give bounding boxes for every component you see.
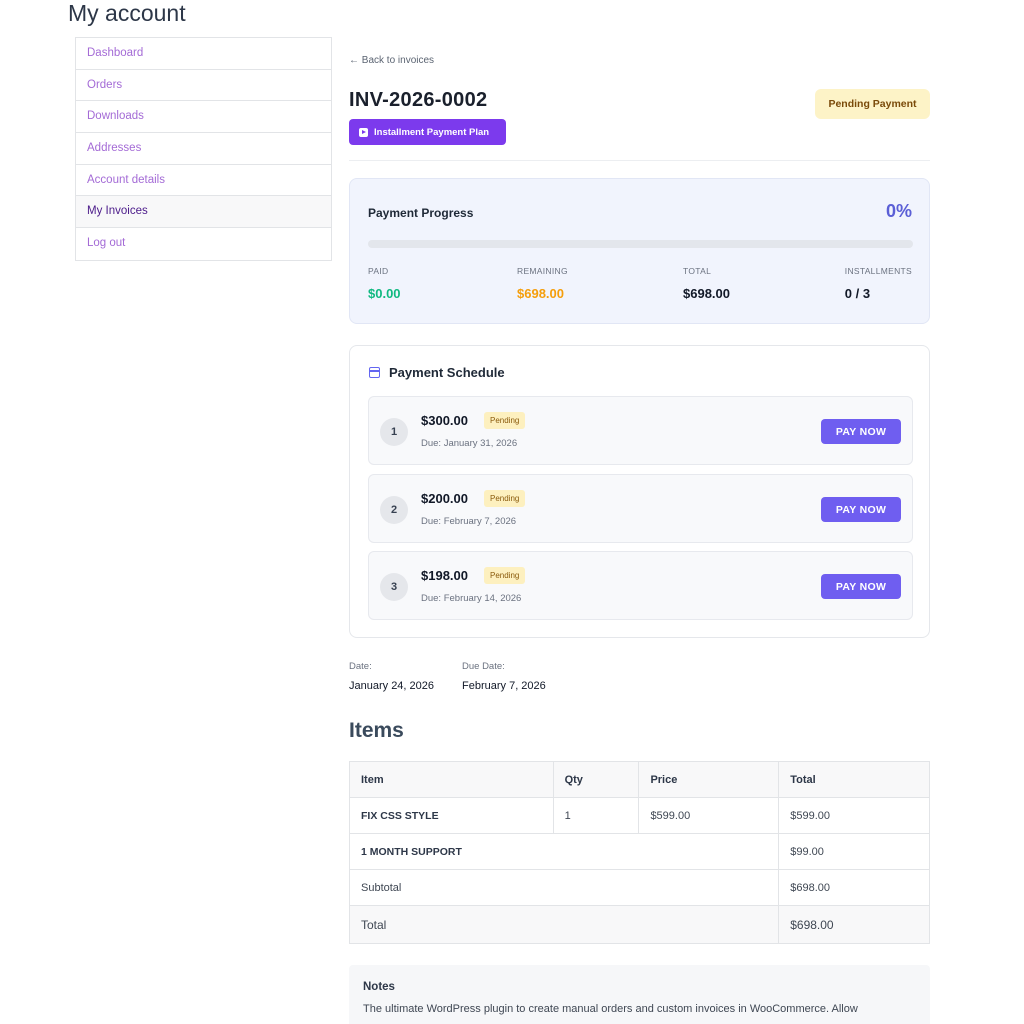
item-name: FIX CSS STYLE xyxy=(349,797,554,834)
stat-paid: PAID $0.00 xyxy=(368,266,401,301)
invoice-number: INV-2026-0002 xyxy=(349,89,488,111)
sidebar-item-account-details[interactable]: Account details xyxy=(76,165,331,197)
pay-now-button[interactable]: PAY NOW xyxy=(821,574,901,599)
stat-remaining-label: REMAINING xyxy=(517,266,568,276)
account-navigation: Dashboard Orders Downloads Addresses Acc… xyxy=(75,37,332,261)
installment-amount: $198.00 xyxy=(421,568,468,583)
table-row: 1 MONTH SUPPORT $99.00 xyxy=(348,833,930,870)
invoice-due-date-label: Due Date: xyxy=(462,661,505,672)
sidebar-item-addresses[interactable]: Addresses xyxy=(76,133,331,165)
items-table: Item Qty Price Total FIX CSS STYLE 1 $59… xyxy=(348,761,930,944)
status-badge: Pending Payment xyxy=(815,89,930,119)
installment-status-badge: Pending xyxy=(484,412,526,429)
invoice-due-date: Due Date: February 7, 2026 xyxy=(462,661,546,692)
pay-now-button[interactable]: PAY NOW xyxy=(821,497,901,522)
item-qty: 1 xyxy=(552,797,640,834)
notes-section: Notes The ultimate WordPress plugin to c… xyxy=(349,965,930,1024)
sidebar-item-my-invoices[interactable]: My Invoices xyxy=(76,196,331,229)
invoice-date: Date: January 24, 2026 xyxy=(349,661,434,692)
installment-row: 3 $198.00 Pending Due: February 14, 2026… xyxy=(368,551,913,620)
installment-number: 1 xyxy=(380,418,408,446)
progress-percent: 0% xyxy=(885,201,912,221)
table-row: FIX CSS STYLE 1 $599.00 $599.00 xyxy=(349,797,930,834)
schedule-title: Payment Schedule xyxy=(389,365,505,380)
column-header-total: Total xyxy=(778,761,930,798)
subtotal-label: Subtotal xyxy=(348,869,780,906)
installment-plan-label: Installment Payment Plan xyxy=(374,126,490,138)
stat-remaining-value: $698.00 xyxy=(517,286,564,301)
item-total: $599.00 xyxy=(778,797,930,834)
notes-title: Notes xyxy=(363,981,395,993)
stat-installments: INSTALLMENTS 0 / 3 xyxy=(845,266,912,301)
sidebar-item-orders[interactable]: Orders xyxy=(76,70,331,102)
progress-bar xyxy=(368,240,913,248)
stat-paid-label: PAID xyxy=(368,266,389,276)
progress-title: Payment Progress xyxy=(368,206,474,220)
installment-row: 2 $200.00 Pending Due: February 7, 2026 … xyxy=(368,474,913,543)
item-price: $599.00 xyxy=(638,797,780,834)
installment-amount: $200.00 xyxy=(421,491,468,506)
back-to-invoices-link[interactable]: ← Back to invoices xyxy=(349,55,434,66)
play-icon xyxy=(359,127,368,137)
payment-schedule-card: Payment Schedule 1 $300.00 Pending Due: … xyxy=(349,345,930,638)
divider xyxy=(349,160,930,161)
stat-remaining: REMAINING $698.00 xyxy=(517,266,568,301)
payment-progress-card: Payment Progress 0% PAID $0.00 REMAINING… xyxy=(349,178,930,324)
invoice-due-date-value: February 7, 2026 xyxy=(462,680,546,692)
column-header-qty: Qty xyxy=(552,761,640,798)
installment-number: 3 xyxy=(380,573,408,601)
total-label: Total xyxy=(348,905,780,944)
stat-installments-value: 0 / 3 xyxy=(844,286,871,301)
installment-status-badge: Pending xyxy=(484,567,526,584)
sidebar-item-dashboard[interactable]: Dashboard xyxy=(76,38,331,70)
installment-row: 1 $300.00 Pending Due: January 31, 2026 … xyxy=(368,396,913,465)
total-row: Total $698.00 xyxy=(348,905,930,944)
total-value: $698.00 xyxy=(778,905,930,944)
installment-number: 2 xyxy=(380,496,408,524)
stat-total: TOTAL $698.00 xyxy=(683,266,730,301)
item-total: $99.00 xyxy=(778,833,930,870)
column-header-price: Price xyxy=(638,761,780,798)
notes-body: The ultimate WordPress plugin to create … xyxy=(363,1003,858,1015)
column-header-item: Item xyxy=(349,761,554,798)
stat-total-value: $698.00 xyxy=(683,286,730,301)
invoice-date-label: Date: xyxy=(349,661,372,672)
installment-due-date: Due: February 7, 2026 xyxy=(421,516,517,527)
stat-installments-label: INSTALLMENTS xyxy=(844,266,912,276)
item-name: 1 MONTH SUPPORT xyxy=(348,833,780,870)
page-title: My account xyxy=(68,0,186,26)
subtotal-value: $698.00 xyxy=(778,869,930,906)
calendar-icon xyxy=(369,367,380,378)
table-header-row: Item Qty Price Total xyxy=(349,761,930,798)
schedule-header: Payment Schedule xyxy=(369,365,505,380)
installment-status-badge: Pending xyxy=(484,490,526,507)
installment-amount: $300.00 xyxy=(421,413,468,428)
stat-paid-value: $0.00 xyxy=(368,286,401,301)
pay-now-button[interactable]: PAY NOW xyxy=(821,419,901,444)
installment-plan-badge: Installment Payment Plan xyxy=(349,119,506,145)
subtotal-row: Subtotal $698.00 xyxy=(348,869,930,906)
installment-due-date: Due: February 14, 2026 xyxy=(421,593,522,604)
sidebar-item-downloads[interactable]: Downloads xyxy=(76,101,331,134)
invoice-date-value: January 24, 2026 xyxy=(349,680,435,692)
installment-due-date: Due: January 31, 2026 xyxy=(421,438,518,449)
stat-total-label: TOTAL xyxy=(683,266,712,276)
items-heading: Items xyxy=(349,719,404,742)
sidebar-item-log-out[interactable]: Log out xyxy=(76,228,331,260)
